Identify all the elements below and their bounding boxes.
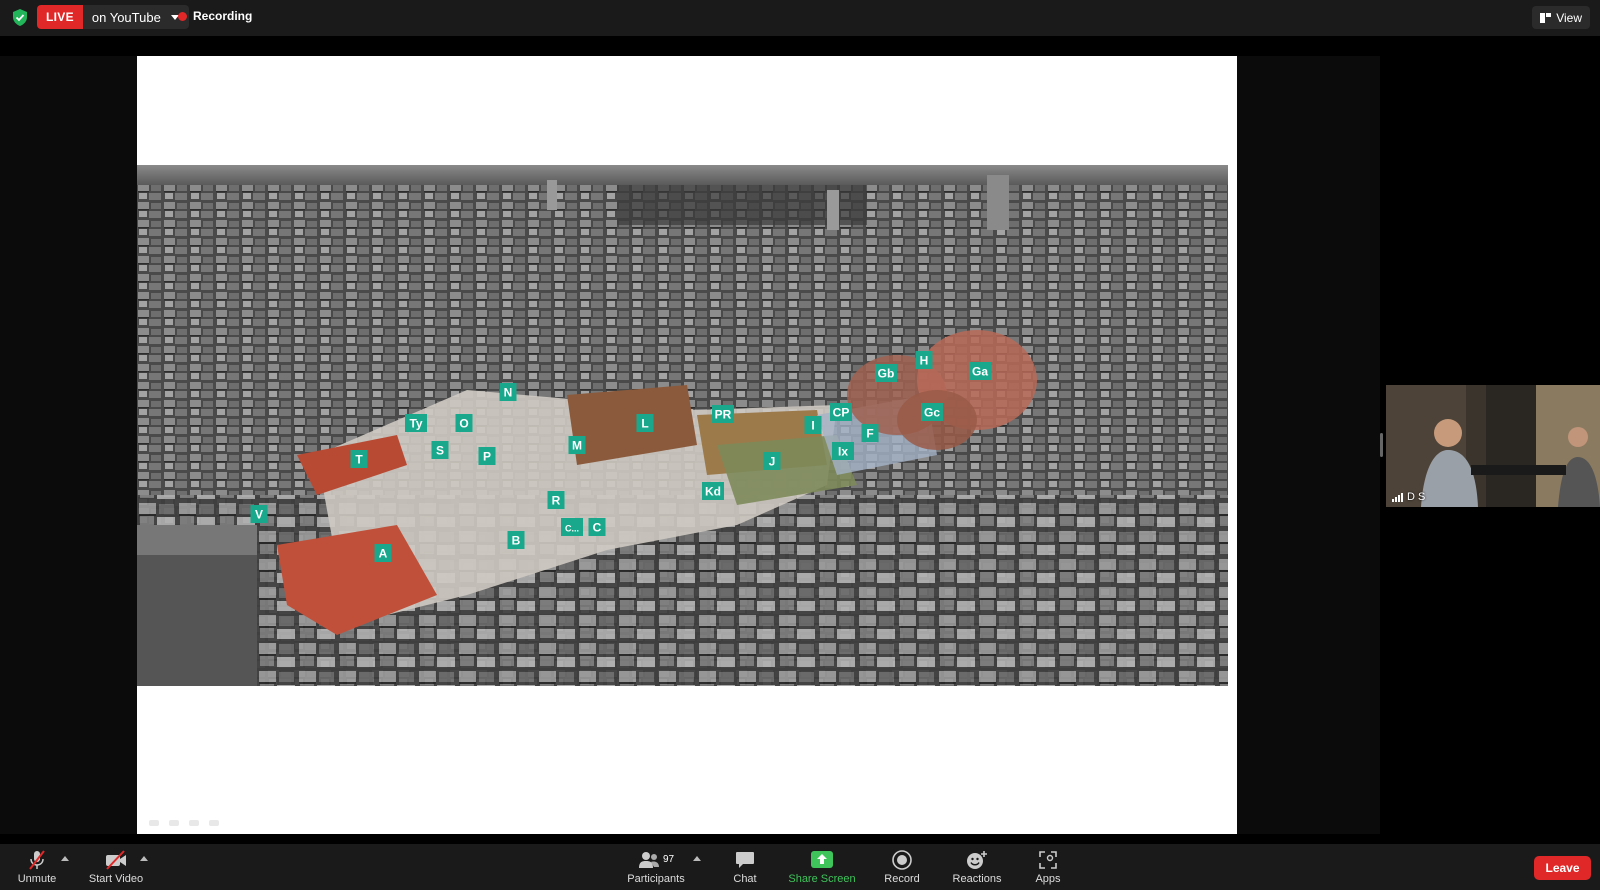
- map-marker-label: Gb: [878, 367, 895, 381]
- reactions-button[interactable]: Reactions: [948, 844, 1006, 890]
- map-marker-l: L: [636, 414, 654, 432]
- map-marker-label: Ix: [838, 445, 848, 459]
- map-marker-label: C...: [565, 524, 579, 534]
- participants-label: Participants: [627, 872, 685, 885]
- map-marker-gc: Gc: [921, 403, 943, 421]
- map-marker-t: T: [350, 450, 368, 468]
- view-label: View: [1556, 10, 1582, 25]
- participant-video-tile[interactable]: D S: [1386, 385, 1600, 507]
- meeting-stage: N Ty O S P M L T V A R C... C B PR I CP F Ix J Kd Gb H Ga Gc D S: [0, 36, 1600, 844]
- chat-button[interactable]: Chat: [725, 844, 765, 890]
- map-marker-label: M: [572, 439, 582, 453]
- leave-button[interactable]: Leave: [1534, 856, 1591, 880]
- participants-options-chevron-icon[interactable]: [693, 856, 701, 861]
- gallery-resize-handle[interactable]: [1380, 433, 1383, 457]
- map-marker-cp: CP: [830, 403, 852, 421]
- signal-bars-icon: [1392, 492, 1403, 502]
- participant-name: D S: [1407, 491, 1426, 503]
- share-screen-arrow-icon: [811, 850, 833, 868]
- apps-icon: [1039, 850, 1057, 869]
- map-marker-b: B: [507, 531, 525, 549]
- start-video-label: Start Video: [88, 872, 144, 885]
- video-options-chevron-icon[interactable]: [140, 856, 148, 861]
- map-marker-label: R: [552, 494, 561, 508]
- map-marker-ix: Ix: [832, 442, 854, 460]
- participants-button[interactable]: 97 Participants: [622, 844, 690, 890]
- map-marker-ty: Ty: [405, 414, 427, 432]
- chat-bubble-icon: [736, 851, 754, 868]
- view-layout-icon: [1540, 12, 1552, 23]
- record-button[interactable]: Record: [880, 844, 924, 890]
- share-screen-button[interactable]: Share Screen: [786, 844, 858, 890]
- map-marker-label: C: [593, 521, 602, 535]
- map-marker-h: H: [915, 351, 933, 369]
- map-marker-f: F: [861, 424, 879, 442]
- map-marker-label: Ty: [409, 417, 422, 431]
- chat-label: Chat: [733, 872, 757, 885]
- video-camera-off-icon: [106, 849, 126, 870]
- map-marker-j: J: [763, 452, 781, 470]
- unmute-button[interactable]: Unmute: [12, 844, 62, 890]
- map-marker-label: H: [920, 354, 929, 368]
- participants-icon: [638, 851, 659, 868]
- map-marker-gb: Gb: [875, 364, 897, 382]
- map-marker-label: T: [355, 453, 363, 467]
- map-marker-label: V: [255, 508, 263, 522]
- share-screen-label: Share Screen: [788, 872, 856, 885]
- map-marker-label: N: [504, 386, 513, 400]
- participant-video-feed: [1386, 385, 1600, 507]
- map-marker-label: Kd: [705, 485, 721, 499]
- map-markers-layer: N Ty O S P M L T V A R C... C B PR I CP F Ix J Kd Gb H Ga Gc: [250, 351, 991, 562]
- map-marker-n: N: [499, 383, 517, 401]
- map-marker-o: O: [455, 414, 473, 432]
- apps-label: Apps: [1035, 872, 1061, 885]
- map-marker-c: C...: [561, 518, 583, 536]
- map-marker-kd: Kd: [702, 482, 724, 500]
- map-marker-label: B: [512, 534, 521, 548]
- map-marker-label: I: [811, 419, 814, 433]
- map-marker-pr: PR: [712, 405, 734, 423]
- record-icon: [892, 849, 912, 870]
- map-marker-label: L: [641, 417, 648, 431]
- map-marker-label: PR: [715, 408, 732, 422]
- meeting-controls-toolbar: Unmute Start Video 97 Participants Chat …: [0, 844, 1600, 890]
- map-marker-label: P: [483, 450, 491, 464]
- map-marker-a: A: [374, 544, 392, 562]
- record-label: Record: [884, 872, 920, 885]
- map-marker-i: I: [804, 416, 822, 434]
- map-marker-ga: Ga: [969, 362, 991, 380]
- map-marker-label: O: [459, 417, 468, 431]
- map-marker-m: M: [568, 436, 586, 454]
- map-marker-label: Gc: [924, 406, 940, 420]
- start-video-button[interactable]: Start Video: [84, 844, 148, 890]
- audio-options-chevron-icon[interactable]: [61, 856, 69, 861]
- map-marker-label: Ga: [972, 365, 988, 379]
- view-button[interactable]: View: [1532, 6, 1590, 29]
- map-marker-s: S: [431, 441, 449, 459]
- map-marker-r: R: [547, 491, 565, 509]
- map-marker-label: CP: [833, 406, 850, 420]
- map-marker-c: C: [588, 518, 606, 536]
- map-marker-label: J: [769, 455, 776, 469]
- map-marker-label: S: [436, 444, 444, 458]
- reactions-smiley-icon: [967, 850, 987, 869]
- map-marker-p: P: [478, 447, 496, 465]
- reactions-label: Reactions: [952, 872, 1002, 885]
- apps-button[interactable]: Apps: [1030, 844, 1066, 890]
- microphone-muted-icon: [29, 849, 45, 870]
- map-marker-v: V: [250, 505, 268, 523]
- unmute-label: Unmute: [17, 872, 57, 885]
- participants-count: 97: [662, 854, 675, 865]
- map-marker-label: A: [379, 547, 388, 561]
- map-marker-label: F: [866, 427, 873, 441]
- participant-name-tag: D S: [1392, 491, 1425, 503]
